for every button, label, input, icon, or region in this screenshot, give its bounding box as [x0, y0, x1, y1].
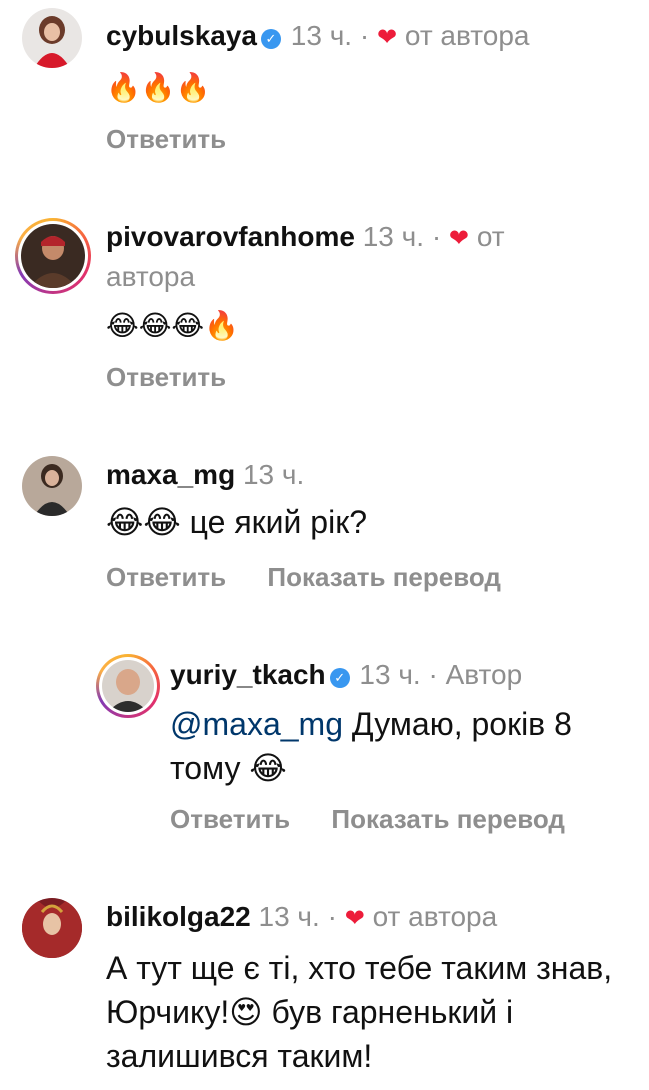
heart-icon: ❤	[448, 225, 470, 252]
verified-badge-icon: ✓	[329, 668, 350, 688]
heart-icon: ❤	[376, 24, 398, 51]
comment-text: @maxa_mg Думаю, років 8 тому 😂	[170, 706, 572, 786]
avatar[interactable]	[15, 218, 91, 294]
timestamp: 13 ч.	[359, 659, 421, 690]
username[interactable]: maxa_mg	[106, 459, 235, 490]
comment-actions: Ответить Показать перевод	[170, 804, 599, 835]
comment-text: А тут ще є ті, хто тебе таким знав, Юрчи…	[106, 950, 613, 1074]
separator: ·	[359, 20, 370, 51]
verified-badge-icon: ✓	[261, 29, 281, 49]
separator: ·	[428, 659, 438, 690]
comment-actions: Ответить	[106, 124, 260, 155]
comment-header: pivovarovfanhome 13 ч. · ❤ от автора	[106, 218, 586, 296]
heart-icon: ❤	[344, 905, 365, 932]
avatar[interactable]	[96, 654, 160, 718]
translate-button[interactable]: Показать перевод	[267, 562, 501, 592]
liked-by-author-label: от автора	[404, 20, 530, 51]
separator: ·	[327, 901, 337, 932]
mention-link[interactable]: @maxa_mg	[170, 706, 343, 742]
reply-button[interactable]: Ответить	[170, 804, 290, 834]
username[interactable]: cybulskaya	[106, 20, 257, 51]
timestamp: 13 ч.	[258, 901, 320, 932]
avatar[interactable]	[22, 898, 82, 958]
avatar[interactable]	[22, 456, 82, 516]
comment-header: cybulskaya ✓ 13 ч. · ❤ от автора	[106, 17, 529, 57]
timestamp: 13 ч.	[290, 20, 353, 51]
avatar[interactable]	[22, 8, 82, 68]
liked-by-author-label: от автора	[372, 901, 498, 932]
separator: ·	[431, 221, 442, 252]
comment-text: 😂😂😂🔥	[106, 310, 240, 341]
comment-header: yuriy_tkach ✓ 13 ч. · Автор	[170, 656, 522, 694]
comment-text: 😂😂 це який рік?	[106, 504, 367, 540]
comment-actions: Ответить Показать перевод	[106, 562, 535, 593]
comment-text: 🔥🔥🔥	[106, 72, 211, 103]
timestamp: 13 ч.	[242, 459, 305, 490]
reply-button[interactable]: Ответить	[106, 124, 226, 154]
username[interactable]: pivovarovfanhome	[106, 221, 355, 252]
username[interactable]: bilikolga22	[106, 901, 251, 932]
author-label: Автор	[445, 659, 523, 690]
comment-actions: Ответить	[106, 362, 260, 393]
comment-header: bilikolga22 13 ч. · ❤ от автора	[106, 898, 497, 938]
reply-button[interactable]: Ответить	[106, 362, 226, 392]
reply-button[interactable]: Ответить	[106, 562, 226, 592]
translate-button[interactable]: Показать перевод	[331, 804, 565, 834]
username[interactable]: yuriy_tkach	[170, 659, 326, 690]
comment-header: maxa_mg 13 ч.	[106, 456, 304, 494]
timestamp: 13 ч.	[362, 221, 425, 252]
